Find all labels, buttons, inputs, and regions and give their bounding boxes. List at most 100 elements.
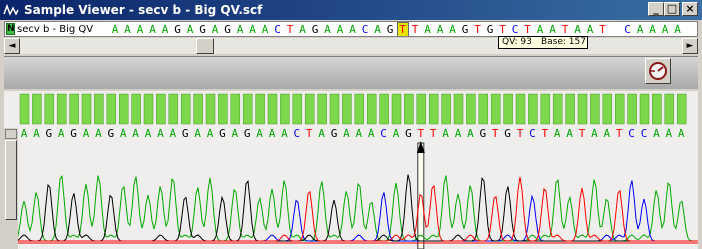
chromatogram-panel[interactable]: AAGAGAAGAAAAAGAAGAGAAACTAGAAACAGTTAAAGTG… (4, 91, 698, 249)
sequence-base[interactable]: T (409, 22, 421, 36)
sequence-base[interactable]: A (134, 22, 146, 36)
called-base[interactable]: G (331, 127, 338, 140)
sequence-base[interactable]: A (572, 22, 584, 36)
close-button[interactable]: × (682, 2, 698, 16)
sequence-base[interactable]: G (384, 22, 396, 36)
called-base[interactable]: T (541, 127, 548, 140)
called-base[interactable]: A (591, 127, 598, 140)
called-base[interactable]: T (417, 127, 424, 140)
sequence-base[interactable]: A (647, 22, 659, 36)
called-base[interactable]: C (529, 127, 536, 140)
called-base[interactable]: A (343, 127, 350, 140)
called-base[interactable]: T (579, 127, 586, 140)
scroll-up-button[interactable] (5, 129, 17, 139)
called-base[interactable]: C (641, 127, 648, 140)
called-base[interactable]: G (244, 127, 251, 140)
called-base[interactable]: A (58, 127, 65, 140)
sequence-base[interactable]: A (672, 22, 684, 36)
called-base[interactable]: A (256, 127, 263, 140)
sequence-base[interactable]: A (659, 22, 671, 36)
sequence-base[interactable]: A (209, 22, 221, 36)
minimize-button[interactable]: _ (648, 2, 664, 16)
called-base[interactable]: T (492, 127, 499, 140)
sequence-base[interactable]: A (372, 22, 384, 36)
called-base[interactable]: A (132, 127, 139, 140)
sequence-base[interactable]: A (122, 22, 134, 36)
called-base[interactable]: A (95, 127, 102, 140)
called-base[interactable]: A (665, 127, 672, 140)
sequence-bar[interactable]: N secv b - Big QV AAAAAGAGAGAAACTAGAAACA… (4, 21, 698, 37)
called-base[interactable]: A (231, 127, 238, 140)
sequence-base[interactable]: G (222, 22, 234, 36)
sequence-base[interactable]: T (497, 22, 509, 36)
sequence-base[interactable]: A (534, 22, 546, 36)
called-base[interactable]: G (479, 127, 486, 140)
sequence-base[interactable]: A (259, 22, 271, 36)
called-base[interactable]: A (554, 127, 561, 140)
called-base[interactable]: C (380, 127, 387, 140)
sequence-base[interactable]: A (347, 22, 359, 36)
called-base[interactable]: G (70, 127, 77, 140)
sequence-base[interactable]: A (634, 22, 646, 36)
called-base[interactable]: A (33, 127, 40, 140)
called-base[interactable]: G (405, 127, 412, 140)
called-base[interactable]: T (517, 127, 524, 140)
sequence-base[interactable]: G (197, 22, 209, 36)
sequence-base[interactable]: T (472, 22, 484, 36)
sequence-base[interactable]: A (434, 22, 446, 36)
called-base[interactable]: A (145, 127, 152, 140)
called-base[interactable]: T (616, 127, 623, 140)
called-base[interactable]: A (157, 127, 164, 140)
called-base[interactable]: A (83, 127, 90, 140)
sequence-base[interactable]: A (422, 22, 434, 36)
sequence-base[interactable]: G (309, 22, 321, 36)
scroll-left-button[interactable]: ◄ (4, 38, 20, 54)
sequence-base[interactable]: C (272, 22, 284, 36)
sequence-base[interactable]: C (622, 22, 634, 36)
called-base[interactable]: G (219, 127, 226, 140)
called-base[interactable]: G (107, 127, 114, 140)
called-base[interactable]: A (653, 127, 660, 140)
sequence-base[interactable]: G (172, 22, 184, 36)
scroll-thumb[interactable] (196, 38, 214, 54)
vertical-scroll-thumb[interactable] (5, 140, 17, 220)
called-base[interactable]: A (678, 127, 685, 140)
sequence-base[interactable]: T (522, 22, 534, 36)
sequence-base[interactable]: A (109, 22, 121, 36)
sequence-base[interactable]: A (584, 22, 596, 36)
called-base[interactable]: A (393, 127, 400, 140)
called-base[interactable]: A (318, 127, 325, 140)
called-base[interactable]: A (467, 127, 474, 140)
sequence-base[interactable]: A (234, 22, 246, 36)
sequence-base[interactable]: G (484, 22, 496, 36)
called-base[interactable]: G (45, 127, 52, 140)
called-base[interactable]: G (504, 127, 511, 140)
sequence-base[interactable]: A (322, 22, 334, 36)
sequence-base[interactable]: C (509, 22, 521, 36)
called-base[interactable]: A (566, 127, 573, 140)
sequence-base[interactable]: A (547, 22, 559, 36)
called-base[interactable]: A (120, 127, 127, 140)
sequence-base[interactable]: T (597, 22, 609, 36)
sequence-base[interactable]: A (159, 22, 171, 36)
title-bar[interactable]: Sample Viewer - secv b - Big QV.scf _ □ … (0, 0, 702, 20)
horizontal-scrollbar[interactable]: ◄ ► (4, 38, 698, 54)
called-base[interactable]: A (455, 127, 462, 140)
sequence-base[interactable]: A (334, 22, 346, 36)
sequence-base[interactable]: T (396, 22, 409, 36)
sequence-base[interactable]: G (459, 22, 471, 36)
called-base[interactable]: A (207, 127, 214, 140)
sequence-base[interactable]: C (359, 22, 371, 36)
vertical-scrollbar[interactable] (4, 128, 18, 249)
called-base[interactable]: G (182, 127, 189, 140)
sequence-base[interactable]: A (147, 22, 159, 36)
chromatogram[interactable]: AAGAGAAGAAAAAGAAGAGAAACTAGAAACAGTTAAAGTG… (4, 91, 698, 249)
called-base[interactable]: C (293, 127, 300, 140)
sequence-base[interactable]: T (284, 22, 296, 36)
called-base[interactable]: T (430, 127, 437, 140)
tool-button[interactable] (645, 58, 671, 84)
sequence-base[interactable]: T (559, 22, 571, 36)
called-base[interactable]: A (355, 127, 362, 140)
called-base[interactable]: A (368, 127, 375, 140)
called-base[interactable]: A (281, 127, 288, 140)
